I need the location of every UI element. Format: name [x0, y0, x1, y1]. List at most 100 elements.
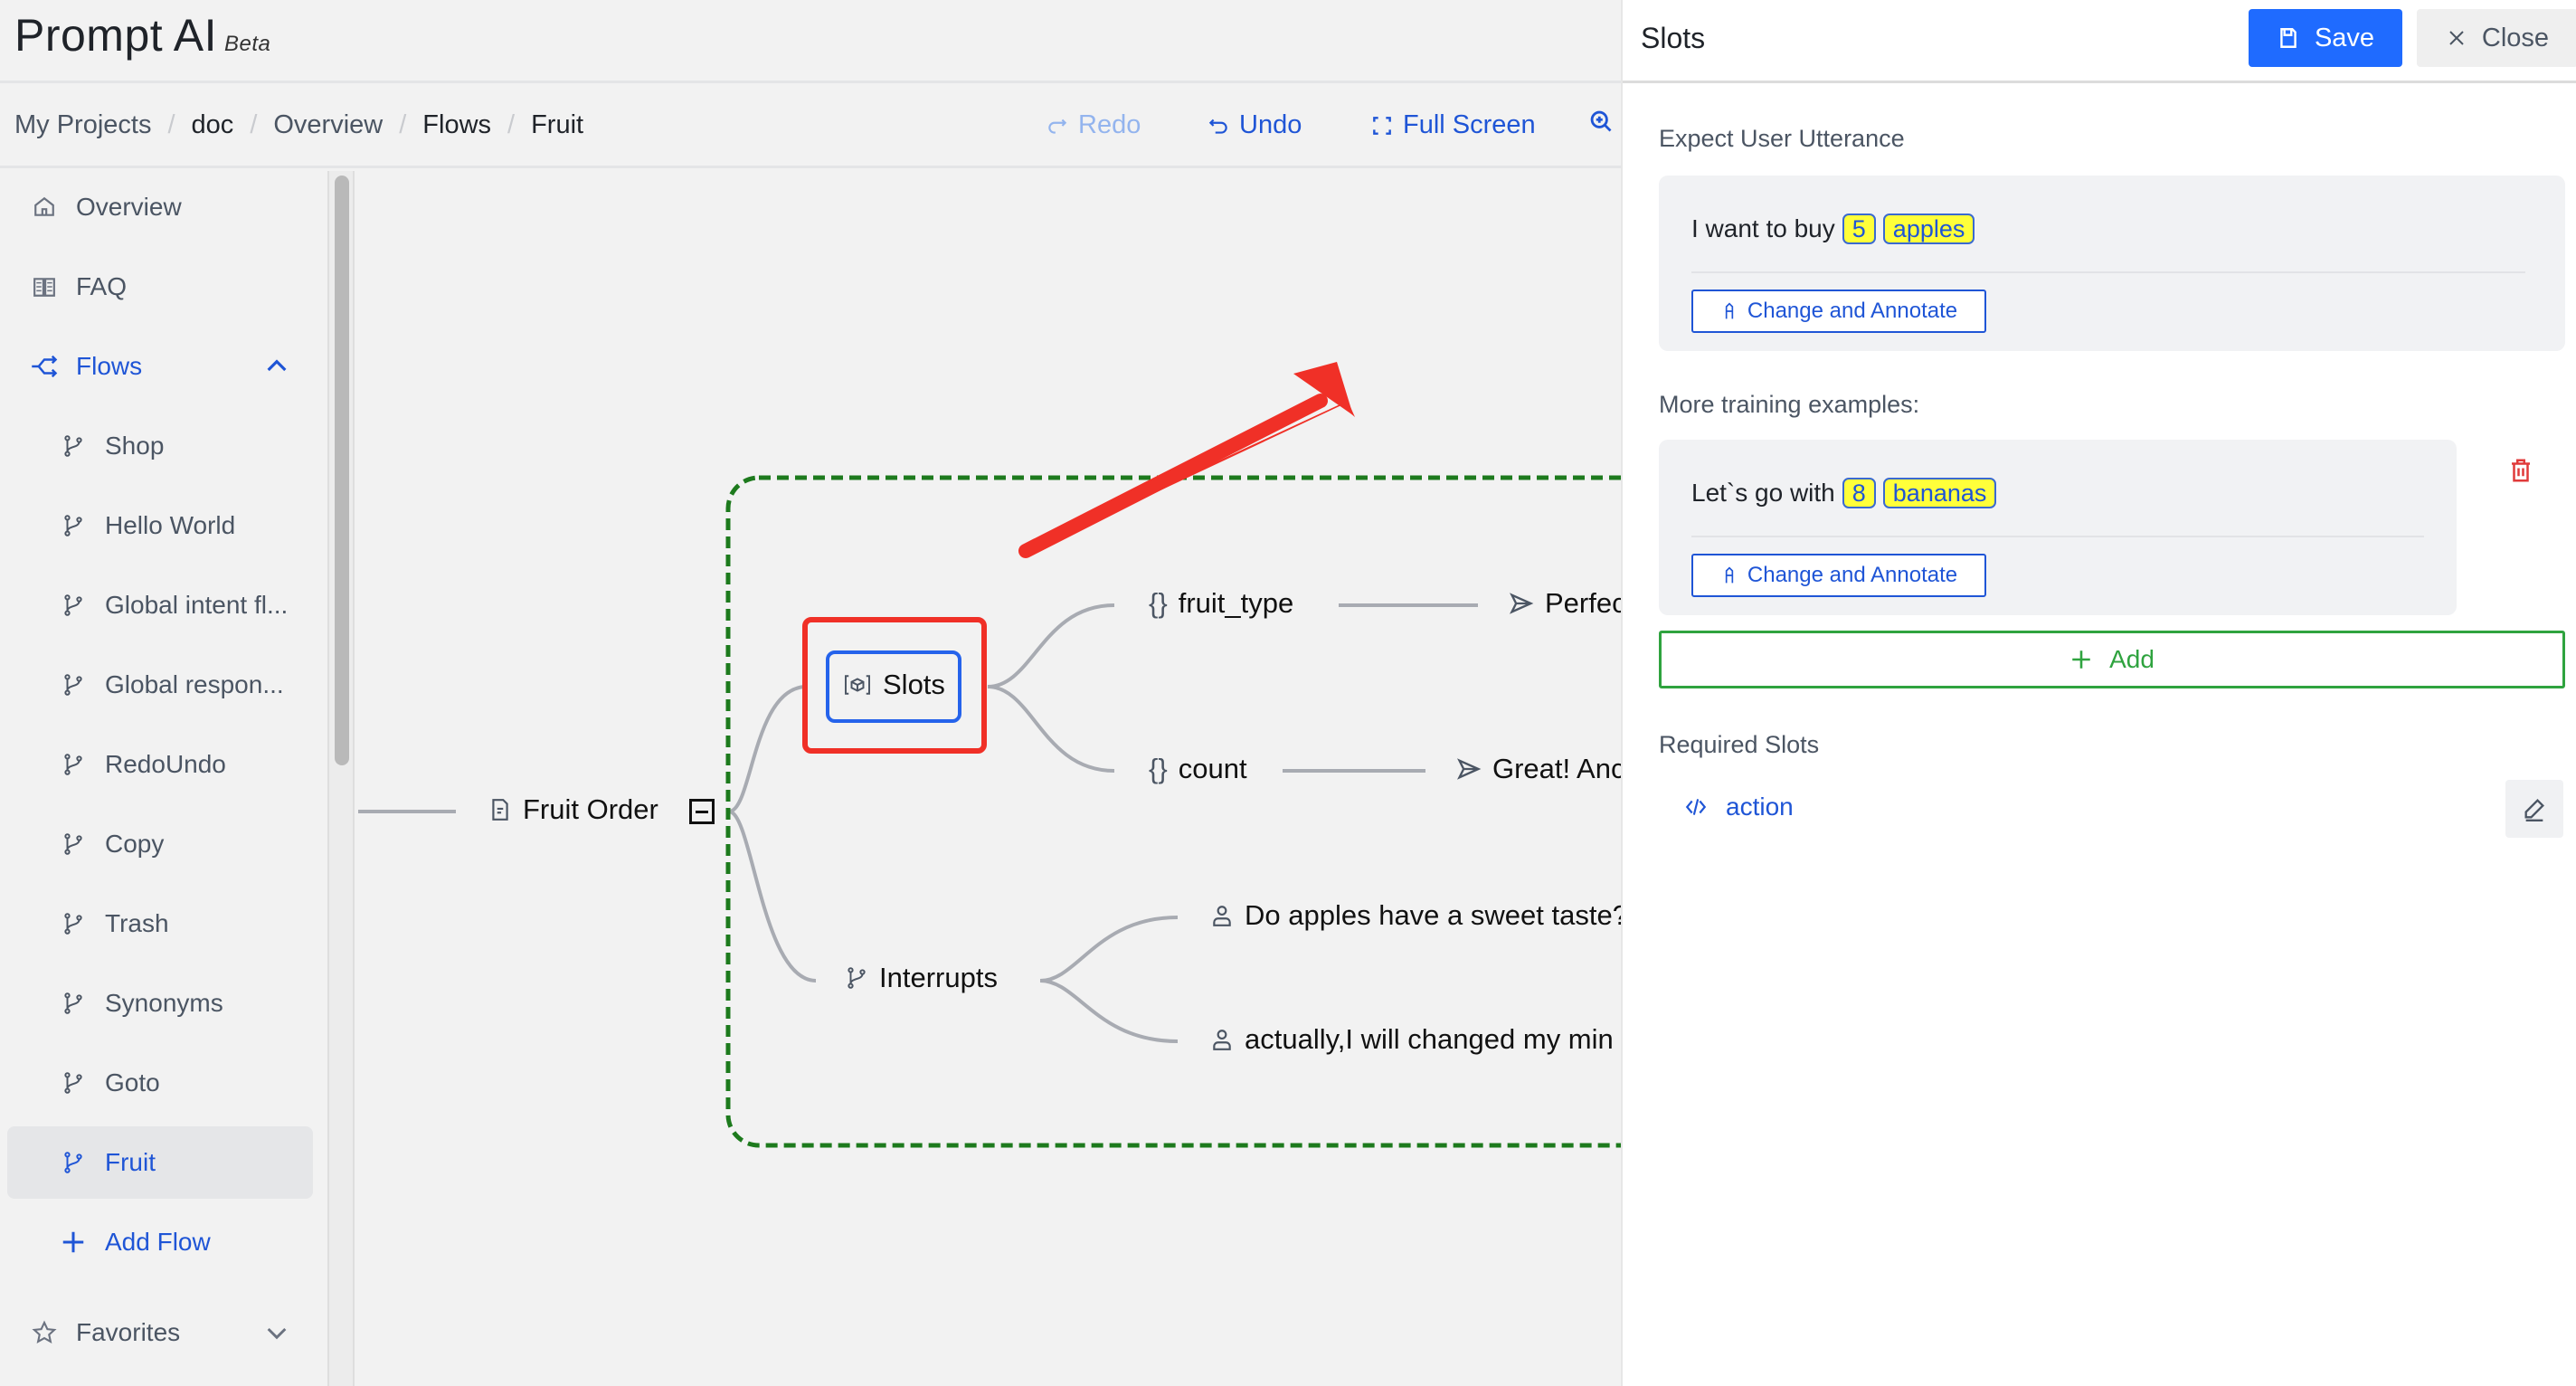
edge-slots-fruit-type — [987, 603, 1115, 688]
user-icon — [1213, 1030, 1231, 1050]
undo-icon — [1208, 119, 1227, 134]
chevron-up-icon[interactable] — [262, 352, 291, 381]
save-button[interactable]: Save — [2249, 9, 2402, 67]
add-flow-label: Add Flow — [105, 1228, 211, 1256]
flows-icon — [31, 353, 58, 380]
sidebar: Overview FAQ Flows Shop Hello World Global… — [0, 171, 327, 1386]
edge-slots-count — [987, 685, 1115, 773]
breadcrumb-doc[interactable]: doc — [192, 110, 234, 140]
sidebar-flow-label: Trash — [105, 909, 169, 937]
code-icon — [1685, 799, 1707, 815]
sidebar-flow-item[interactable]: Global respon... — [7, 649, 313, 721]
sidebar-flow-item[interactable]: Hello World — [7, 489, 313, 562]
breadcrumb-my-projects[interactable]: My Projects — [14, 110, 151, 140]
utterance-text[interactable]: I want to buy 5 apples — [1691, 214, 1975, 244]
undo-button[interactable]: Undo — [1207, 110, 1302, 140]
add-example-button[interactable]: Add — [1659, 631, 2565, 688]
node-label: Great! Anc — [1492, 753, 1621, 784]
breadcrumb-fruit: Fruit — [531, 110, 584, 139]
minus-icon — [696, 810, 708, 813]
send-icon — [1457, 758, 1482, 780]
close-button[interactable]: Close — [2417, 9, 2576, 67]
sidebar-flow-label: Goto — [105, 1068, 160, 1096]
entity-tag[interactable]: 8 — [1842, 478, 1876, 508]
redo-button[interactable]: Redo — [1046, 110, 1141, 140]
entity-tag[interactable]: apples — [1882, 214, 1975, 244]
change-and-annotate-button[interactable]: Change and Annotate — [1691, 554, 1986, 597]
pencil-icon — [2524, 799, 2544, 821]
required-slot-name: action — [1726, 793, 1794, 821]
node-response-count[interactable]: Great! Anc — [1456, 753, 1621, 785]
node-interrupt-intent[interactable]: actually,I will changed my min — [1210, 1023, 1614, 1056]
sidebar-flow-label: Global respon... — [105, 670, 284, 698]
branch-icon — [60, 910, 87, 937]
sidebar-flow-label: RedoUndo — [105, 750, 226, 778]
branch-icon — [60, 831, 87, 858]
sidebar-flow-label: Fruit — [105, 1148, 156, 1176]
delete-example-icon[interactable] — [2507, 457, 2534, 484]
sidebar-flow-label: Hello World — [105, 511, 236, 539]
flow-edges — [358, 362, 1621, 1148]
app-logo[interactable]: Prompt AI Beta — [14, 9, 270, 62]
breadcrumb-flows[interactable]: Flows — [422, 110, 491, 140]
annotate-label: Change and Annotate — [1747, 299, 1958, 323]
edit-required-slots-button[interactable] — [2505, 780, 2563, 838]
chevron-down-icon[interactable] — [262, 1318, 291, 1347]
node-label: Slots — [883, 669, 945, 700]
change-and-annotate-button[interactable]: Change and Annotate — [1691, 290, 1986, 333]
sidebar-flow-item[interactable]: Trash — [7, 888, 313, 960]
sidebar-flow-label: Global intent fl... — [105, 591, 289, 619]
annotate-label: Change and Annotate — [1747, 563, 1958, 587]
drawer-title: Slots — [1641, 22, 1706, 54]
drawer-header: Slots Save Close — [1623, 0, 2576, 83]
node-fruit-order[interactable]: Fruit Order — [488, 793, 658, 826]
sidebar-flow-item[interactable]: Global intent fl... — [7, 569, 313, 641]
sidebar-flow-item[interactable]: Goto — [7, 1047, 313, 1119]
flow-canvas[interactable]: Fruit Order Slots {} fruit_type Perfec {… — [355, 171, 1621, 1386]
sidebar-flow-item[interactable]: Copy — [7, 808, 313, 880]
training-example-card: Let`s go with 8 bananas Change and Annot… — [1659, 440, 2457, 615]
edge-to-slots — [728, 685, 808, 813]
sidebar-item-faq[interactable]: FAQ — [7, 251, 313, 323]
breadcrumb-overview[interactable]: Overview — [273, 110, 383, 140]
utterance-text[interactable]: Let`s go with 8 bananas — [1691, 478, 1997, 508]
node-label: actually,I will changed my min — [1245, 1023, 1614, 1055]
sidebar-item-label: Favorites — [76, 1318, 181, 1346]
node-label: Interrupts — [879, 962, 998, 993]
branch-icon — [60, 990, 87, 1017]
sidebar-flow-item[interactable]: Synonyms — [7, 967, 313, 1040]
app-root: Prompt AI Beta My Projects / doc / Overvi… — [0, 0, 2576, 1386]
entity-tag[interactable]: bananas — [1882, 478, 1997, 508]
sidebar-flow-item[interactable]: Shop — [7, 410, 313, 482]
node-response-fruit-type[interactable]: Perfec — [1509, 587, 1621, 620]
node-slot-count[interactable]: {} count — [1149, 753, 1247, 785]
zoom-in-button[interactable] — [1588, 109, 1614, 134]
expect-utterance-card: I want to buy 5 apples Change and Annota… — [1659, 176, 2565, 351]
annotate-icon — [1725, 302, 1734, 319]
more-examples-label: More training examples: — [1659, 391, 1920, 418]
required-slot-item[interactable]: action — [1684, 793, 1794, 821]
slots-icon — [845, 675, 870, 695]
node-interrupt-intent[interactable]: Do apples have a sweet taste? — [1210, 899, 1621, 932]
node-label: fruit_type — [1178, 587, 1294, 619]
send-icon — [1510, 593, 1534, 614]
sidebar-item-flows[interactable]: Flows — [7, 330, 313, 403]
node-slots[interactable]: Slots — [843, 669, 945, 701]
sidebar-flow-item[interactable]: RedoUndo — [7, 728, 313, 801]
add-flow-button[interactable]: Add Flow — [7, 1206, 313, 1278]
sidebar-flow-item[interactable]: Fruit — [7, 1126, 313, 1199]
save-icon — [2280, 28, 2297, 48]
branch-icon — [60, 592, 87, 619]
entity-tag[interactable]: 5 — [1842, 214, 1876, 244]
sidebar-item-overview[interactable]: Overview — [7, 171, 313, 243]
branch-icon — [60, 671, 87, 698]
edge-interrupt-1 — [1039, 916, 1179, 983]
collapse-node-button[interactable] — [689, 799, 715, 824]
branch-icon — [60, 1149, 87, 1176]
sidebar-item-favorites[interactable]: Favorites — [7, 1296, 313, 1369]
sidebar-scrollbar-thumb[interactable] — [335, 176, 349, 765]
full-screen-button[interactable]: Full Screen — [1370, 110, 1536, 140]
utterance-prefix: I want to buy — [1691, 214, 1835, 242]
node-slot-fruit-type[interactable]: {} fruit_type — [1149, 587, 1293, 620]
node-interrupts[interactable]: Interrupts — [845, 962, 998, 994]
